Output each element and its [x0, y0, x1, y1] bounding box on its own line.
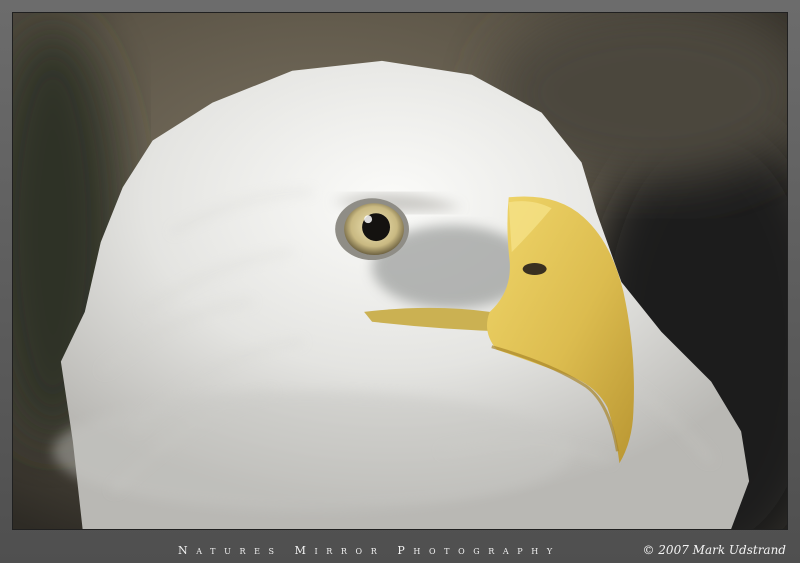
caption-bar: Natures Mirror Photography © 2007 Mark U…	[0, 539, 800, 563]
eagle-illustration	[13, 13, 787, 529]
studio-name: Natures Mirror Photography	[178, 544, 561, 557]
eagle-photo	[12, 12, 788, 530]
neck-shadow	[52, 391, 572, 512]
copyright-text: © 2007 Mark Udstrand	[642, 543, 786, 557]
photo-frame: Natures Mirror Photography © 2007 Mark U…	[0, 0, 800, 563]
eagle-eye	[335, 198, 409, 261]
